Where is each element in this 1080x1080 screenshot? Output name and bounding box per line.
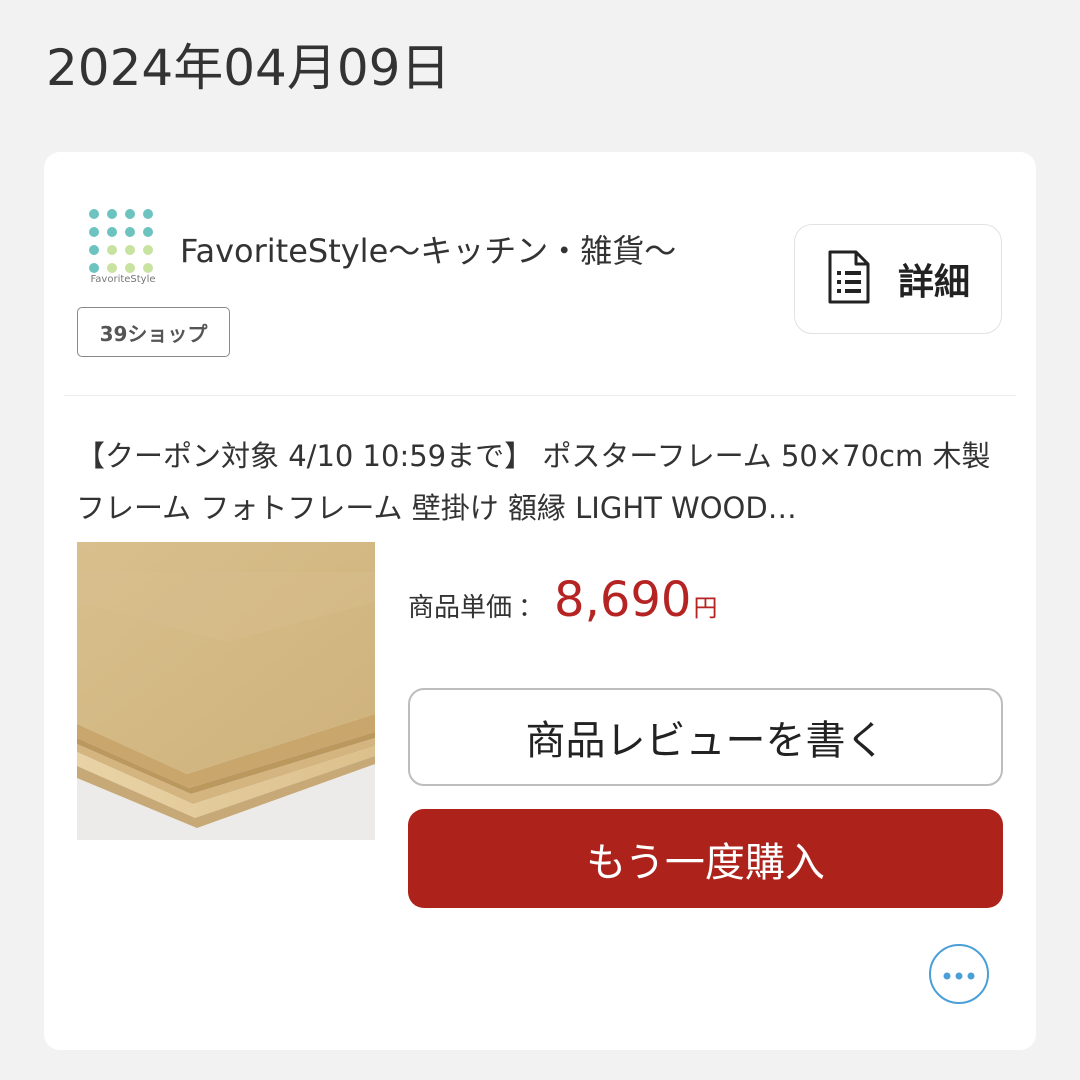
shop-logo-text: FavoriteStyle [90, 274, 156, 285]
buy-again-button[interactable]: もう一度購入 [408, 809, 1003, 908]
product-image[interactable] [77, 542, 375, 840]
price-row: 商品単価 ： 8,690 円 [408, 572, 717, 628]
shop-logo-dots [89, 209, 153, 273]
shop-logo[interactable]: FavoriteStyle [80, 204, 166, 290]
price-label: 商品単価 [408, 593, 513, 623]
price-unit: 円 [693, 594, 718, 622]
price-separator: ： [518, 593, 545, 623]
more-options-button[interactable] [929, 944, 989, 1004]
write-review-button[interactable]: 商品レビューを書く [408, 688, 1003, 786]
order-date: 2024年04月09日 [46, 39, 451, 97]
document-list-icon [826, 250, 872, 308]
more-dots-icon [943, 965, 975, 984]
detail-label: 詳細 [897, 262, 970, 303]
divider [64, 395, 1016, 396]
shop-name[interactable]: FavoriteStyle〜キッチン・雑貨〜 [180, 226, 676, 272]
shop-badge: 39ショップ [77, 307, 230, 357]
price-value: 8,690 [554, 572, 692, 628]
product-title[interactable]: 【クーポン対象 4/10 10:59まで】 ポスターフレーム 50×70cm 木… [76, 430, 991, 534]
detail-button[interactable]: 詳細 [794, 224, 1002, 334]
order-card: FavoriteStyle FavoriteStyle〜キッチン・雑貨〜 39シ… [44, 152, 1036, 1050]
